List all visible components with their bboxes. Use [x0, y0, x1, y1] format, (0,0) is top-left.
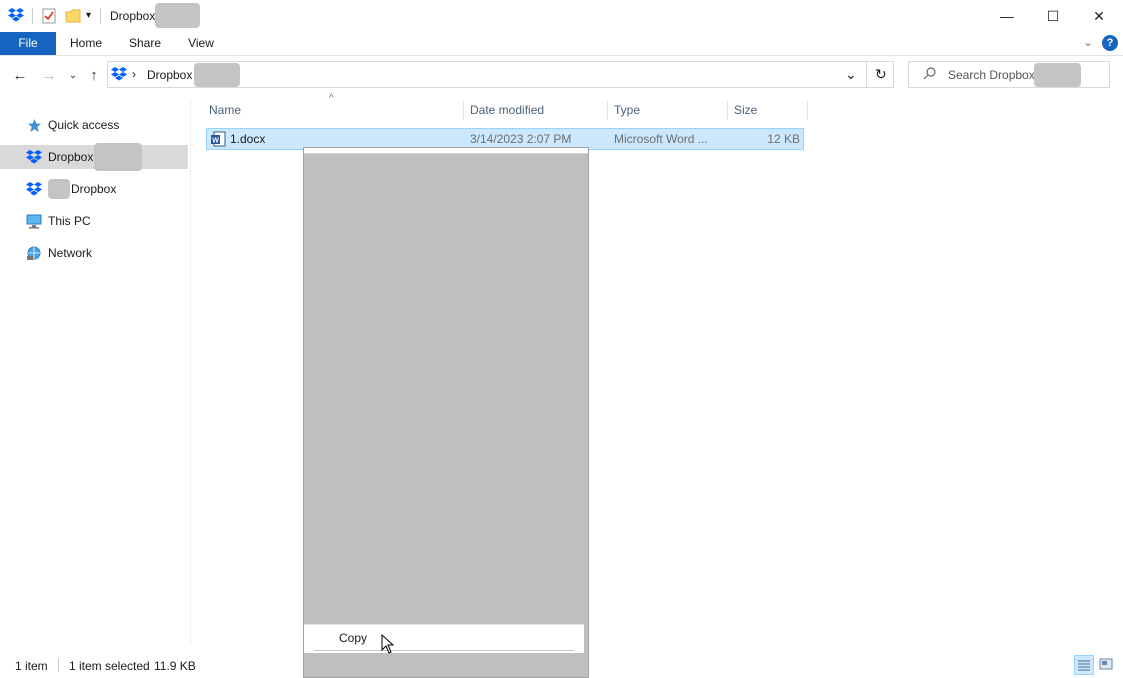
maximize-button[interactable]: ☐: [1030, 0, 1076, 32]
file-type: Microsoft Word ...: [614, 132, 708, 146]
nav-label: Dropbox: [48, 150, 94, 164]
file-name: 1.docx: [230, 132, 266, 146]
properties-icon[interactable]: [42, 8, 57, 27]
up-button[interactable]: ↑: [83, 64, 105, 86]
context-menu-copy[interactable]: Copy: [304, 624, 584, 653]
redacted-title: [155, 3, 200, 28]
menu-separator: [314, 650, 574, 651]
nav-item-dropbox-selected[interactable]: Dropbox: [0, 143, 188, 171]
star-icon: [26, 117, 42, 133]
search-box[interactable]: Search Dropbox: [908, 61, 1110, 88]
redacted-nav: [94, 143, 143, 171]
title-bar: ▾ Dropbox — ☐ ✕: [0, 0, 1123, 32]
large-icons-view-icon: [1099, 658, 1113, 670]
up-arrow-icon: ↑: [90, 66, 98, 84]
close-button[interactable]: ✕: [1076, 0, 1122, 32]
dropbox-icon: [26, 181, 42, 197]
dropbox-icon: [111, 67, 127, 84]
dropbox-icon: [26, 149, 42, 165]
status-bar: 1 item 1 item selected 11.9 KB: [0, 652, 1123, 678]
copy-label: Copy: [339, 631, 368, 645]
minimize-button[interactable]: —: [984, 0, 1030, 32]
address-dropdown-icon[interactable]: ⌄: [845, 66, 857, 83]
details-view-icon: [1078, 660, 1090, 671]
column-header-date[interactable]: Date modified: [464, 100, 608, 120]
nav-item-this-pc[interactable]: This PC: [0, 209, 188, 233]
back-button[interactable]: ←: [9, 64, 31, 86]
recent-locations-button[interactable]: ⌄: [62, 64, 84, 86]
status-item-count: 1 item: [15, 659, 48, 673]
ribbon-tabs: File Home Share View ⌄ ?: [0, 32, 1123, 56]
svg-text:W: W: [212, 138, 219, 145]
nav-item-network[interactable]: Network: [0, 241, 188, 265]
expand-ribbon-icon[interactable]: ⌄: [1083, 35, 1093, 49]
details-view-button[interactable]: [1074, 655, 1094, 675]
new-folder-icon[interactable]: [65, 8, 81, 27]
tab-home[interactable]: Home: [62, 32, 110, 55]
redacted-nav: [48, 179, 70, 199]
large-icons-view-button[interactable]: [1099, 658, 1113, 673]
qat-dropdown-icon[interactable]: ▾: [86, 10, 91, 21]
search-icon: [923, 66, 937, 83]
forward-button[interactable]: →: [38, 64, 60, 86]
tab-share[interactable]: Share: [122, 32, 168, 55]
file-date: 3/14/2023 2:07 PM: [470, 132, 572, 146]
column-header-size[interactable]: Size: [728, 100, 808, 120]
dropbox-logo-icon: [8, 8, 24, 25]
status-size: 11.9 KB: [154, 659, 196, 673]
status-divider: [58, 658, 59, 672]
navigation-pane: Quick access Dropbox Dropbox This PC Net…: [0, 100, 191, 645]
computer-icon: [26, 213, 42, 229]
breadcrumb-dropbox[interactable]: Dropbox: [147, 68, 192, 82]
context-menu: [303, 147, 589, 678]
column-header-type[interactable]: Type: [608, 100, 728, 120]
nav-label: This PC: [48, 214, 91, 228]
context-menu-top-edge: [304, 148, 588, 154]
window-title: Dropbox: [110, 9, 156, 23]
search-placeholder: Search Dropbox: [948, 68, 1035, 82]
back-arrow-icon: ←: [12, 66, 28, 84]
column-header-name[interactable]: Name: [203, 100, 464, 120]
address-bar[interactable]: › Dropbox ⌄ ↻: [107, 61, 894, 88]
tab-file[interactable]: File: [0, 32, 56, 55]
redacted-search: [1034, 63, 1081, 87]
title-divider: [100, 8, 101, 24]
nav-label: Dropbox: [71, 182, 117, 196]
qat-divider: [32, 8, 33, 24]
help-icon[interactable]: ?: [1102, 35, 1118, 51]
forward-arrow-icon: →: [41, 66, 57, 84]
tab-view[interactable]: View: [180, 32, 222, 55]
network-icon: [26, 245, 42, 261]
nav-label: Network: [48, 246, 93, 260]
chevron-down-icon: ⌄: [68, 69, 78, 81]
breadcrumb-separator: ›: [132, 67, 136, 81]
nav-item-dropbox-2[interactable]: Dropbox: [0, 177, 188, 201]
file-size: 12 KB: [767, 132, 800, 146]
address-divider: [866, 62, 867, 87]
nav-item-quick-access[interactable]: Quick access: [0, 113, 188, 137]
status-selected: 1 item selected: [69, 659, 150, 673]
refresh-button[interactable]: ↻: [875, 66, 887, 83]
redacted-crumb: [194, 63, 240, 87]
word-document-icon: W: [210, 131, 226, 150]
nav-label: Quick access: [48, 118, 120, 132]
